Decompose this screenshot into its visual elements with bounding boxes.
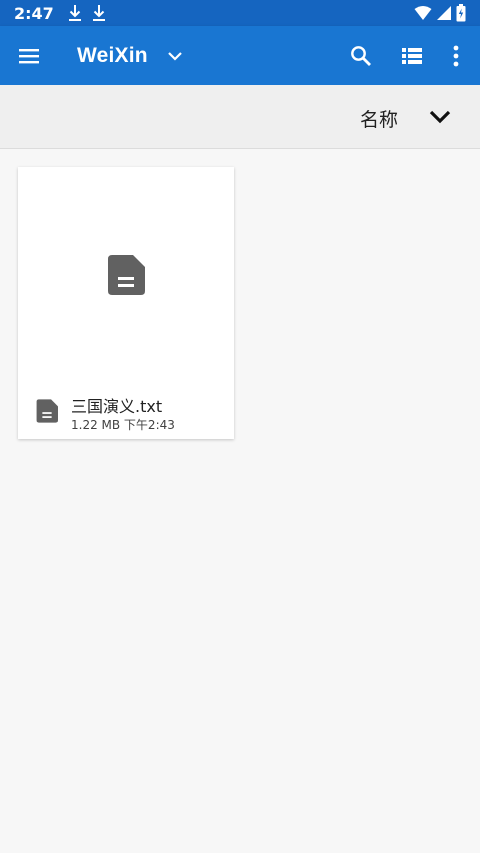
download-icon — [68, 5, 81, 21]
folder-selector[interactable]: WeiXin — [77, 26, 184, 85]
sort-label[interactable]: 名称 — [360, 105, 398, 132]
document-icon — [36, 399, 58, 423]
more-options-button[interactable] — [441, 41, 471, 71]
menu-icon — [19, 49, 39, 64]
battery-icon — [456, 4, 466, 22]
page-title: WeiXin — [77, 43, 148, 67]
file-meta: 1.22 MB 下午2:43 — [71, 418, 175, 432]
menu-button[interactable] — [14, 42, 44, 70]
status-icons — [414, 4, 466, 22]
wifi-icon — [414, 6, 432, 20]
more-vert-icon — [453, 45, 459, 67]
search-icon — [351, 46, 371, 66]
status-bar: 2:47 — [0, 0, 480, 26]
status-time: 2:47 — [14, 3, 54, 23]
sort-bar: 名称 — [0, 85, 480, 149]
file-card[interactable]: 三国演义.txt 1.22 MB 下午2:43 — [18, 167, 234, 439]
app-bar: WeiXin — [0, 26, 480, 85]
list-view-icon — [402, 48, 422, 64]
sort-chevron-down-icon[interactable] — [426, 105, 454, 129]
download-icon — [92, 5, 105, 21]
file-name: 三国演义.txt — [71, 397, 163, 416]
chevron-down-icon — [168, 51, 182, 61]
signal-icon — [437, 6, 451, 20]
search-button[interactable] — [346, 41, 376, 71]
document-icon — [108, 255, 145, 295]
list-view-button[interactable] — [397, 41, 427, 71]
